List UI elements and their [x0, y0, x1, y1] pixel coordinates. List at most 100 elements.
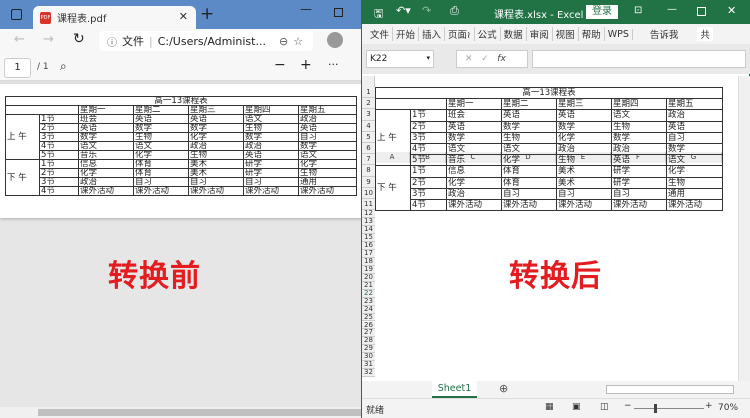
row-header[interactable]: 1	[362, 87, 375, 99]
class-cell: 数学	[666, 142, 723, 156]
ribbon-tab[interactable]: 开始	[393, 27, 420, 41]
class-cell: 英语	[666, 120, 723, 133]
class-cell: 英语	[556, 109, 612, 122]
zoom-slider[interactable]	[634, 408, 704, 409]
row-header[interactable]: 4	[362, 120, 375, 132]
maximize-icon[interactable]	[334, 8, 343, 17]
day-header: 星期五	[666, 98, 723, 111]
class-cell: 数学	[556, 120, 612, 133]
forward-icon[interactable]: →	[43, 32, 54, 47]
spreadsheet-grid[interactable]: A B C D E F G 1 2 3 4 5 6 7 8 9 10 11 12 13 14 15 16 17 18 19 20 21…	[362, 76, 750, 381]
row-header[interactable]: 8	[362, 165, 375, 177]
row-header[interactable]: 10	[362, 187, 375, 199]
tell-me[interactable]: 告诉我	[647, 27, 682, 41]
login-button[interactable]: 登录	[586, 5, 618, 19]
class-cell: 语文	[298, 150, 357, 160]
row-header[interactable]: 6	[362, 143, 375, 155]
undo-icon[interactable]: ↶▾	[396, 4, 411, 17]
enter-icon[interactable]: ✓	[481, 54, 489, 64]
page-layout-icon[interactable]: ▣	[572, 402, 581, 412]
close-tab-icon[interactable]: ✕	[179, 10, 188, 23]
ribbon-tab[interactable]: 插入	[419, 27, 446, 41]
period-cell: 1节	[410, 165, 447, 178]
insert-function-icon[interactable]: fx	[497, 54, 506, 64]
table-title: 高一13课程表	[375, 86, 723, 100]
row-header[interactable]: 2	[362, 98, 375, 110]
zoom-out-icon[interactable]: −	[274, 57, 286, 73]
minimize-icon[interactable]: —	[300, 2, 312, 16]
ribbon-tab[interactable]: WPS	[605, 28, 633, 40]
ribbon-tab[interactable]: 数据	[501, 27, 527, 41]
horizontal-scrollbar[interactable]	[606, 385, 734, 394]
zoom-out-button[interactable]: −	[624, 401, 632, 411]
row-header[interactable]: 32	[362, 368, 375, 378]
vertical-scrollbar[interactable]	[738, 76, 750, 381]
normal-view-icon[interactable]: ▦	[545, 402, 554, 412]
zoom-in-icon[interactable]: +	[300, 57, 312, 73]
class-cell: 政治	[666, 109, 723, 122]
ribbon-tab[interactable]: 帮助	[579, 27, 605, 41]
class-cell: 课外活动	[188, 186, 244, 196]
favorite-icon[interactable]: ☆	[293, 35, 303, 48]
tab-bar: PDF 课程表.pdf ✕ + —	[0, 0, 362, 29]
refresh-icon[interactable]: ↻	[73, 31, 85, 47]
class-cell: 自习	[666, 131, 723, 144]
period-cell: 5节	[39, 150, 79, 160]
class-cell: 语文	[501, 142, 557, 156]
select-all-corner[interactable]	[362, 76, 375, 87]
class-cell: 数学	[298, 141, 357, 151]
ribbon-tab[interactable]: 视图	[553, 27, 579, 41]
class-cell: 美术	[556, 165, 612, 178]
address-bar[interactable]: ⓘ 文件 | C:/Users/Administ... ⊖ ☆	[99, 31, 313, 51]
class-cell: 班会	[78, 114, 134, 124]
scrollbar-thumb[interactable]	[38, 409, 362, 416]
share-button[interactable]: 共	[697, 27, 713, 41]
zoom-in-button[interactable]: +	[705, 401, 713, 411]
formula-input[interactable]	[532, 50, 746, 68]
class-cell: 课外活动	[501, 198, 557, 212]
ribbon-tab[interactable]: 审阅	[527, 27, 553, 41]
class-cell: 数学	[243, 132, 299, 142]
page-break-icon[interactable]: ◫	[600, 402, 609, 412]
class-cell: 美术	[556, 176, 612, 189]
period-cell: 2节	[39, 168, 79, 178]
row-header[interactable]: 9	[362, 176, 375, 188]
class-cell: 政治	[556, 142, 612, 156]
row-header[interactable]: 7	[362, 154, 375, 166]
name-box[interactable]: K22 ▾	[366, 50, 434, 68]
print-preview-icon[interactable]: ⎙	[450, 4, 459, 18]
zoom-slider-thumb[interactable]	[654, 404, 657, 413]
horizontal-scrollbar[interactable]	[0, 407, 362, 418]
table-title: 高一13课程表	[5, 96, 357, 106]
profile-avatar[interactable]	[327, 32, 343, 48]
tab-pdf[interactable]: PDF 课程表.pdf ✕	[33, 6, 196, 29]
maximize-icon[interactable]	[697, 7, 706, 16]
row-header[interactable]: 5	[362, 131, 375, 143]
sheet-tab-sheet1[interactable]: Sheet1	[432, 381, 477, 398]
more-icon[interactable]: ···	[328, 58, 339, 71]
class-cell: 英语	[78, 123, 134, 133]
class-cell: 生物	[298, 168, 357, 178]
redo-icon[interactable]: ↷	[422, 4, 431, 17]
ribbon-display-icon[interactable]: ⊡	[634, 5, 642, 16]
ribbon-tab[interactable]: 文件	[367, 27, 394, 41]
cancel-icon[interactable]: ✕	[465, 54, 473, 64]
save-icon[interactable]: 🖫	[374, 5, 383, 24]
session-label: 上 午	[5, 114, 40, 160]
search-icon[interactable]: ⌕	[60, 59, 67, 74]
zoom-icon[interactable]: ⊖	[279, 35, 288, 48]
minimize-icon[interactable]: —	[667, 4, 677, 15]
row-header[interactable]: 3	[362, 109, 375, 121]
tab-actions-icon[interactable]	[11, 9, 22, 20]
ribbon-tab[interactable]: 页面≀	[445, 27, 475, 41]
back-icon[interactable]: ←	[14, 32, 25, 47]
add-sheet-icon[interactable]: ⊕	[499, 382, 508, 395]
new-tab-icon[interactable]: +	[200, 4, 214, 24]
page-number-input[interactable]: 1	[4, 58, 31, 78]
class-cell: 化学	[298, 159, 357, 169]
status-bar: 就绪 ▦ ▣ ◫ − + 70%	[362, 398, 750, 418]
close-icon[interactable]: ✕	[727, 4, 736, 17]
ribbon-tab[interactable]: 公式	[475, 27, 501, 41]
pdf-file-icon: PDF	[40, 11, 51, 24]
class-cell: 自习	[188, 177, 244, 187]
